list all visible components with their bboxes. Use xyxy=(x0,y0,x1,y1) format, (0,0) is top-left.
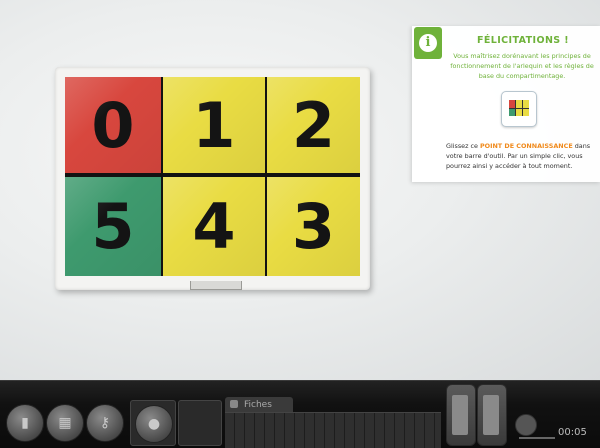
mini-harlequin-icon xyxy=(509,100,529,116)
keys-icon[interactable]: ⚷ xyxy=(86,404,124,442)
fiches-tab[interactable]: Fiches xyxy=(225,397,293,413)
timer-bar xyxy=(519,437,555,439)
panel-cell-4[interactable]: 4 xyxy=(163,177,265,276)
device-left[interactable] xyxy=(446,384,476,446)
knowledge-point-highlight: POINT DE CONNAISSANCE xyxy=(479,142,573,150)
fiches-icon xyxy=(230,400,238,408)
device-right[interactable] xyxy=(477,384,507,446)
fiches-strip[interactable] xyxy=(225,412,441,448)
harlequin-panel[interactable]: 0 1 2 5 4 3 xyxy=(65,77,360,276)
panel-bottom-tab xyxy=(190,281,242,290)
device-left-screen xyxy=(452,395,468,435)
card-instruction: Glissez ce POINT DE CONNAISSANCE dans vo… xyxy=(446,141,598,171)
fiches-label: Fiches xyxy=(244,400,272,410)
panel-cell-3[interactable]: 3 xyxy=(267,177,360,276)
box-icon[interactable]: ▦ xyxy=(46,404,84,442)
knowledge-point-icon[interactable] xyxy=(501,91,537,127)
card-title: FÉLICITATIONS ! xyxy=(477,35,569,46)
clock-icon xyxy=(515,414,537,436)
panel-cell-5[interactable]: 5 xyxy=(65,177,161,276)
device-right-screen xyxy=(483,395,499,435)
info-badge: i xyxy=(414,27,442,59)
tool-slot-2[interactable] xyxy=(178,400,222,446)
panel-cell-1[interactable]: 1 xyxy=(163,77,265,173)
panel-cell-0[interactable]: 0 xyxy=(65,77,161,173)
radio-icon: ● xyxy=(135,405,173,443)
card-description: Vous maîtrisez dorénavant les principes … xyxy=(450,52,594,80)
binder-icon[interactable]: ▮ xyxy=(6,404,44,442)
timer: 00:05 xyxy=(558,427,587,438)
panel-cell-2[interactable]: 2 xyxy=(267,77,360,173)
info-icon: i xyxy=(419,34,437,52)
instruction-before: Glissez ce xyxy=(446,142,480,150)
tool-slot-1[interactable]: ● xyxy=(130,400,176,446)
